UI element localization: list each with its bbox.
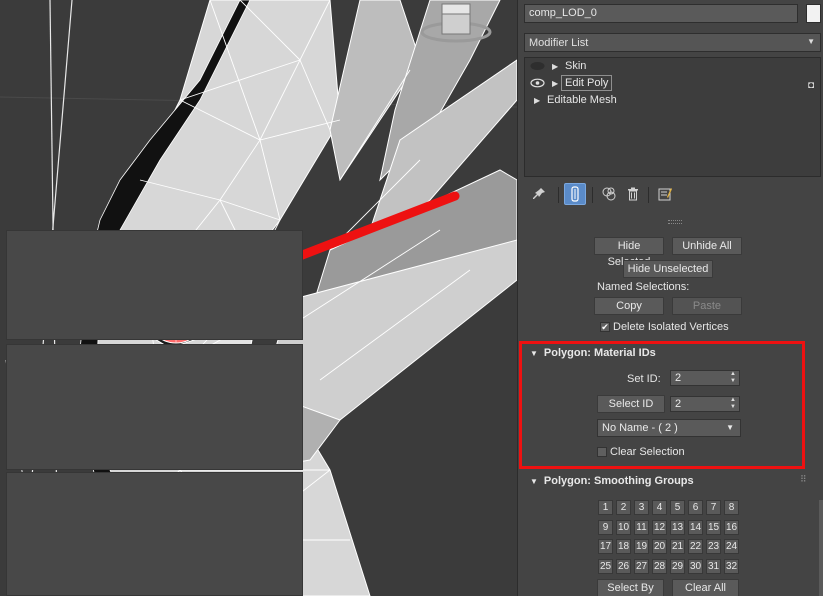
panel-scrollbar[interactable] [819, 500, 823, 596]
sg-button[interactable]: 1 [598, 500, 613, 515]
modifier-list-label: Modifier List [529, 37, 589, 49]
sg-button[interactable]: 11 [634, 520, 649, 535]
sg-button[interactable]: 22 [688, 539, 703, 554]
smoothing-groups-title[interactable]: ▼ Polygon: Smoothing Groups [530, 475, 694, 487]
sg-button[interactable]: 28 [652, 559, 667, 574]
modifier-stack: ▶ Skin ▶ Edit Poly ◘ ▶ Editable Mesh [524, 57, 821, 177]
sg-button[interactable]: 21 [670, 539, 685, 554]
stack-item-label: Skin [565, 60, 587, 72]
named-selections-label: Named Selections: [597, 281, 690, 293]
modifier-list-dropdown[interactable]: Modifier List ▼ [524, 33, 821, 52]
make-unique-icon[interactable] [598, 183, 620, 205]
sg-button[interactable]: 14 [688, 520, 703, 535]
panel-resize-grip[interactable] [668, 220, 682, 224]
sg-button[interactable]: 30 [688, 559, 703, 574]
object-name-field[interactable]: comp_LOD_0 [524, 4, 798, 23]
highlight-box [519, 341, 805, 469]
paste-button[interactable]: Paste [672, 297, 742, 315]
sg-button[interactable]: 23 [706, 539, 721, 554]
delete-isolated-checkbox[interactable]: ✔ [600, 322, 610, 332]
configure-modifier-sets-icon[interactable] [654, 183, 676, 205]
stack-item-skin[interactable]: ▶ Skin [525, 58, 820, 75]
hide-selected-button[interactable]: Hide Selected [594, 237, 664, 268]
sg-button[interactable]: 16 [724, 520, 739, 535]
sg-button[interactable]: 5 [670, 500, 685, 515]
stack-item-label: Edit Poly [561, 75, 613, 91]
sg-button[interactable]: 18 [616, 539, 631, 554]
sg-button[interactable]: 6 [688, 500, 703, 515]
pin-stack-icon[interactable] [528, 183, 550, 205]
material-ids-rollout [6, 344, 303, 470]
sg-button[interactable]: 3 [634, 500, 649, 515]
sg-button[interactable]: 2 [616, 500, 631, 515]
collapse-arrow-icon: ▼ [530, 477, 538, 486]
rollout-grip-icon[interactable]: ⠿ [800, 474, 807, 485]
sg-button[interactable]: 7 [706, 500, 721, 515]
selection-rollout [6, 230, 303, 340]
sg-button[interactable]: 31 [706, 559, 721, 574]
sg-button[interactable]: 19 [634, 539, 649, 554]
sg-button[interactable]: 27 [634, 559, 649, 574]
sg-button[interactable]: 20 [652, 539, 667, 554]
sg-button[interactable]: 29 [670, 559, 685, 574]
chevron-down-icon: ▼ [807, 37, 815, 46]
hide-unselected-button[interactable]: Hide Unselected [623, 260, 713, 278]
sg-button[interactable]: 17 [598, 539, 613, 554]
trash-icon[interactable] [622, 183, 644, 205]
sg-button[interactable]: 9 [598, 520, 613, 535]
sg-button[interactable]: 15 [706, 520, 721, 535]
sg-button[interactable]: 26 [616, 559, 631, 574]
select-by-sg-button[interactable]: Select By SG [597, 579, 664, 596]
unhide-all-button[interactable]: Unhide All [672, 237, 742, 255]
clear-all-button[interactable]: Clear All [672, 579, 739, 596]
delete-isolated-label: Delete Isolated Vertices [613, 321, 729, 333]
object-color-swatch[interactable] [806, 4, 821, 23]
sg-button[interactable]: 4 [652, 500, 667, 515]
sg-button[interactable]: 10 [616, 520, 631, 535]
sg-button[interactable]: 25 [598, 559, 613, 574]
stack-item-edit-poly[interactable]: ▶ Edit Poly ◘ [525, 75, 820, 92]
smoothing-groups-rollout [6, 472, 303, 596]
sg-button[interactable]: 12 [652, 520, 667, 535]
expand-arrow-icon[interactable]: ▶ [552, 58, 558, 75]
eye-off-icon[interactable] [530, 61, 545, 71]
sg-button[interactable]: 24 [724, 539, 739, 554]
stack-item-editable-mesh[interactable]: ▶ Editable Mesh [525, 92, 820, 109]
show-end-result-icon[interactable] [564, 183, 586, 205]
expand-arrow-icon[interactable]: ▶ [534, 92, 540, 109]
expand-arrow-icon[interactable]: ▶ [552, 75, 558, 92]
sg-button[interactable]: 8 [724, 500, 739, 515]
copy-button[interactable]: Copy [594, 297, 664, 315]
stack-toolbar [524, 183, 821, 207]
sg-button[interactable]: 13 [670, 520, 685, 535]
stack-item-label: Editable Mesh [547, 94, 617, 106]
sg-button[interactable]: 32 [724, 559, 739, 574]
eye-icon[interactable] [530, 78, 545, 88]
